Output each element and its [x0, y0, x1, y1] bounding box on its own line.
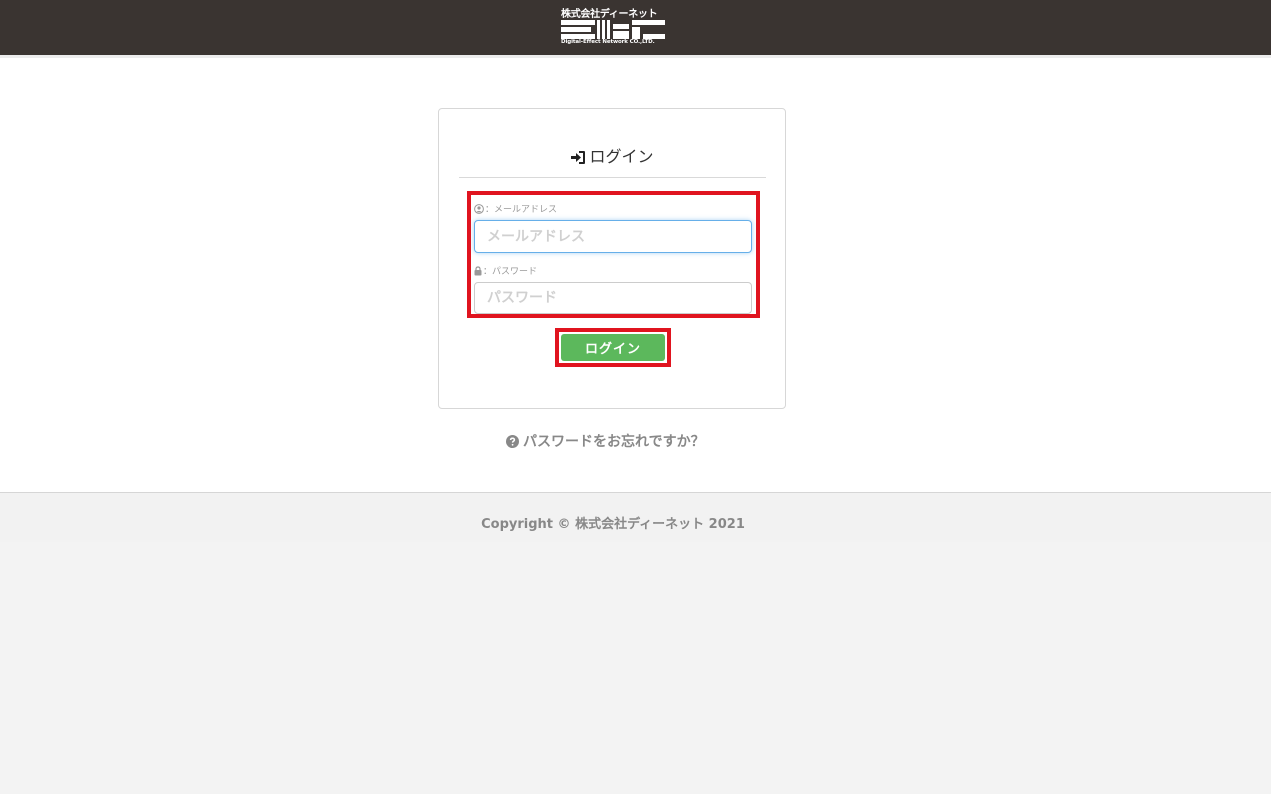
copyright-text: Copyright © 株式会社ディーネット 2021 — [481, 517, 745, 532]
top-header: 株式会社ディーネット Digital-Effect Network CO.,LT… — [0, 0, 1271, 55]
forgot-password-text: パスワードをお忘れですか？ — [523, 434, 705, 450]
password-label-text: ：パスワード — [483, 267, 538, 277]
logo-subtitle: Digital-Effect Network CO.,LTD. — [561, 39, 655, 45]
password-input[interactable] — [474, 282, 752, 314]
company-logo[interactable]: 株式会社ディーネット Digital-Effect Network CO.,LT… — [561, 5, 665, 47]
email-input[interactable] — [474, 220, 752, 253]
email-label: ：メールアドレス — [474, 202, 557, 215]
login-button[interactable]: ログイン — [561, 334, 665, 361]
dnet-logo-mark — [561, 20, 665, 39]
forgot-password-link[interactable]: パスワードをお忘れですか？ — [506, 431, 705, 451]
login-card: ログイン ：メールアドレス ：パスワード ログイン — [438, 108, 786, 409]
lock-icon — [474, 266, 482, 276]
email-label-text: ：メールアドレス — [485, 205, 558, 215]
login-title: ログイン — [459, 147, 766, 178]
question-circle-icon — [506, 435, 519, 448]
sign-in-icon — [571, 151, 586, 164]
footer: Copyright © 株式会社ディーネット 2021 — [0, 492, 1271, 542]
login-title-text: ログイン — [589, 147, 654, 166]
main-content: ログイン ：メールアドレス ：パスワード ログイン パスワードをお忘れですか？ — [0, 58, 1271, 492]
user-circle-icon — [474, 204, 484, 214]
password-label: ：パスワード — [474, 264, 537, 277]
